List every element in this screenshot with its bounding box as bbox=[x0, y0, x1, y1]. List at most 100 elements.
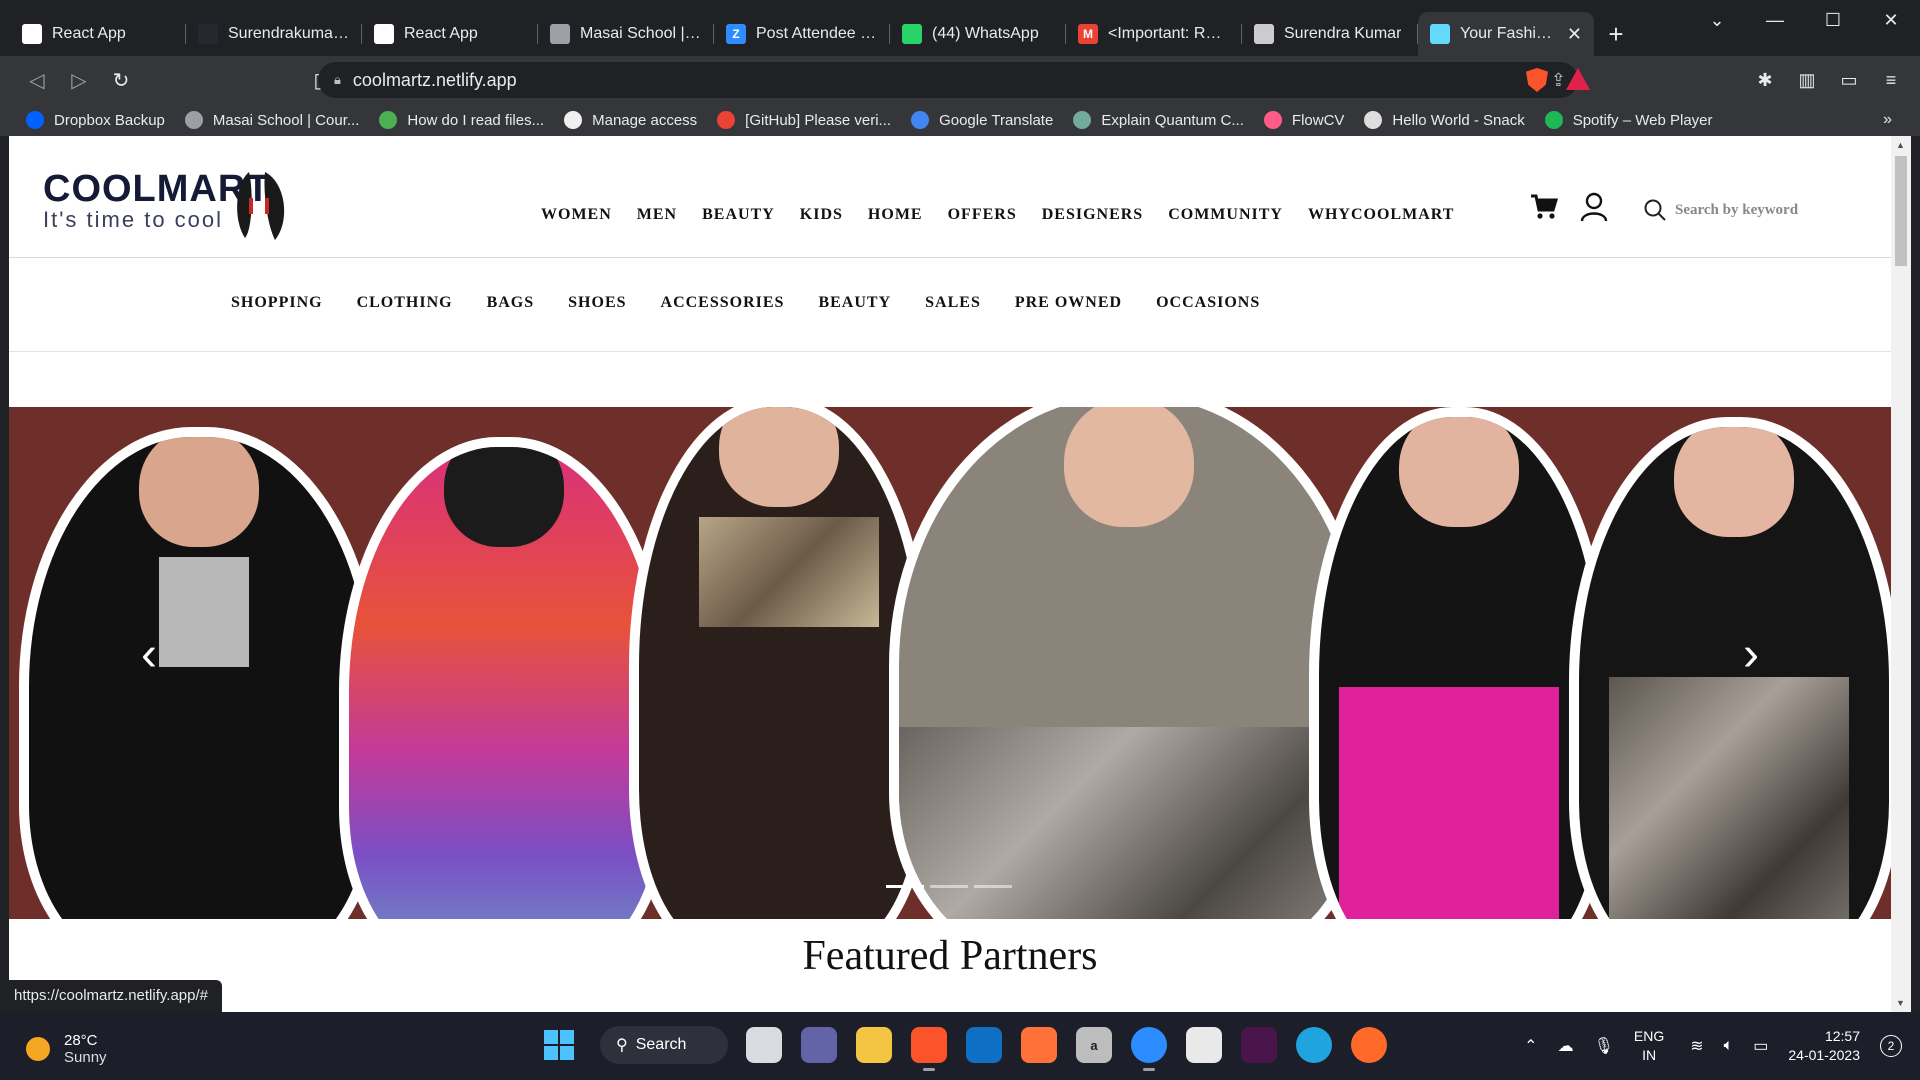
browser-tab[interactable]: Z Post Attendee - Zo bbox=[714, 12, 890, 56]
teams-chat-icon[interactable] bbox=[801, 1027, 837, 1063]
extensions-icon[interactable]: ✱ bbox=[1744, 70, 1786, 91]
main-nav-link[interactable]: MEN bbox=[637, 206, 677, 224]
brave-rewards-icon[interactable] bbox=[1566, 68, 1590, 90]
carousel-next-button[interactable]: › bbox=[1743, 627, 1759, 682]
main-nav-link[interactable]: BEAUTY bbox=[702, 206, 775, 224]
sub-nav-link[interactable]: SHOES bbox=[568, 294, 626, 312]
sub-nav-link[interactable]: CLOTHING bbox=[357, 294, 453, 312]
bookmark-favicon-icon bbox=[26, 111, 44, 129]
address-bar[interactable]: 🔒︎ coolmartz.netlify.app ⇪ bbox=[318, 62, 1578, 98]
browser-tab[interactable]: Surendrakumar878... bbox=[186, 12, 362, 56]
new-tab-button[interactable]: + bbox=[1594, 12, 1638, 56]
battery-icon[interactable]: ▭ bbox=[1753, 1036, 1768, 1056]
notification-badge[interactable]: 2 bbox=[1880, 1035, 1902, 1057]
scrollbar-thumb[interactable] bbox=[1895, 156, 1907, 266]
page-scrollbar[interactable]: ▲ ▼ bbox=[1891, 136, 1911, 1012]
browser-tab[interactable]: React App bbox=[362, 12, 538, 56]
sub-nav-link[interactable]: ACCESSORIES bbox=[661, 294, 785, 312]
user-account-icon[interactable] bbox=[1580, 192, 1608, 222]
microsoft-store-icon[interactable] bbox=[1186, 1027, 1222, 1063]
bookmark-item[interactable]: [GitHub] Please veri... bbox=[717, 111, 891, 129]
browser-tab[interactable]: (44) WhatsApp bbox=[890, 12, 1066, 56]
main-nav-link[interactable]: HOME bbox=[868, 206, 923, 224]
back-button[interactable]: ◁ bbox=[18, 61, 56, 99]
windows-start-icon[interactable] bbox=[544, 1030, 574, 1060]
browser-tab[interactable]: Surendra Kumar bbox=[1242, 12, 1418, 56]
search-input[interactable] bbox=[1675, 201, 1809, 219]
bookmark-label: Masai School | Cour... bbox=[212, 111, 360, 129]
hero-carousel[interactable]: ‹ › bbox=[9, 407, 1891, 919]
menu-icon[interactable]: ≡ bbox=[1870, 70, 1912, 91]
tab-search-icon[interactable]: ⌄ bbox=[1688, 0, 1746, 40]
edge-icon[interactable] bbox=[1296, 1027, 1332, 1063]
file-explorer-icon[interactable] bbox=[856, 1027, 892, 1063]
language-indicator[interactable]: ENG IN bbox=[1634, 1027, 1664, 1065]
close-window-button[interactable]: ✕ bbox=[1862, 0, 1920, 40]
wifi-icon[interactable]: ≋ bbox=[1690, 1036, 1703, 1056]
vscode-icon[interactable] bbox=[966, 1027, 1002, 1063]
cart-icon[interactable] bbox=[1529, 192, 1559, 222]
lock-icon: 🔒︎ bbox=[334, 72, 341, 87]
sub-nav-link[interactable]: BAGS bbox=[487, 294, 535, 312]
sidebar-icon[interactable]: ▥ bbox=[1786, 70, 1828, 91]
carousel-dot-1[interactable] bbox=[886, 885, 924, 888]
bookmark-item[interactable]: Hello World - Snack bbox=[1364, 111, 1525, 129]
clock[interactable]: 12:57 24-01-2023 bbox=[1788, 1027, 1860, 1065]
search-icon[interactable] bbox=[1643, 198, 1667, 222]
microphone-icon[interactable]: 🎙︎ bbox=[1594, 1036, 1614, 1056]
chevron-up-icon[interactable]: ⌃ bbox=[1524, 1036, 1537, 1056]
bookmark-item[interactable]: How do I read files... bbox=[379, 111, 544, 129]
sub-nav-link[interactable]: BEAUTY bbox=[818, 294, 891, 312]
bookmark-item[interactable]: Manage access bbox=[564, 111, 697, 129]
main-nav-link[interactable]: WOMEN bbox=[541, 206, 612, 224]
url-text: coolmartz.netlify.app bbox=[352, 69, 517, 90]
firefox-icon[interactable] bbox=[1021, 1027, 1057, 1063]
wallet-icon[interactable]: ▭ bbox=[1828, 70, 1870, 91]
reload-button[interactable]: ↻ bbox=[102, 61, 140, 99]
zoom-icon[interactable] bbox=[1131, 1027, 1167, 1071]
browser-tab[interactable]: React App bbox=[10, 12, 186, 56]
bookmark-item[interactable]: Google Translate bbox=[911, 111, 1053, 129]
sub-nav-link[interactable]: OCCASIONS bbox=[1156, 294, 1260, 312]
browser-tab[interactable]: Masai School | Cou bbox=[538, 12, 714, 56]
main-nav-link[interactable]: DESIGNERS bbox=[1042, 206, 1143, 224]
sub-nav-link[interactable]: PRE OWNED bbox=[1015, 294, 1122, 312]
weather-widget[interactable]: 28°C Sunny bbox=[26, 1032, 107, 1066]
maximize-button[interactable]: ☐ bbox=[1804, 0, 1862, 40]
browser-tab[interactable]: Your Fashion Sh✕ bbox=[1418, 12, 1594, 56]
bookmarks-more-icon[interactable]: » bbox=[1883, 111, 1892, 129]
task-view-icon[interactable] bbox=[746, 1027, 782, 1063]
volume-icon[interactable]: 🔈︎ bbox=[1724, 1037, 1734, 1055]
amazon-icon[interactable]: a bbox=[1076, 1027, 1112, 1063]
brave-browser-icon[interactable] bbox=[911, 1027, 947, 1071]
bookmark-item[interactable]: Spotify – Web Player bbox=[1544, 111, 1713, 129]
system-tray: ⌃ ☁ 🎙︎ ENG IN ≋ 🔈︎ ▭ 12:57 24-01-2023 2 bbox=[1524, 1012, 1920, 1080]
main-nav-link[interactable]: COMMUNITY bbox=[1168, 206, 1283, 224]
browser-tab[interactable]: M <Important: Read R bbox=[1066, 12, 1242, 56]
tab-favicon-icon bbox=[198, 24, 218, 44]
carousel-prev-button[interactable]: ‹ bbox=[141, 627, 157, 682]
main-nav-link[interactable]: KIDS bbox=[800, 206, 843, 224]
sub-nav-link[interactable]: SHOPPING bbox=[231, 294, 323, 312]
carousel-dot-3[interactable] bbox=[974, 885, 1012, 888]
slack-icon[interactable] bbox=[1241, 1027, 1277, 1063]
tab-title: Your Fashion Sh bbox=[1460, 25, 1559, 42]
carousel-dot-2[interactable] bbox=[930, 885, 968, 888]
bookmark-item[interactable]: Dropbox Backup bbox=[26, 111, 165, 129]
sub-nav-link[interactable]: SALES bbox=[925, 294, 981, 312]
share-icon[interactable]: ⇪ bbox=[1551, 70, 1566, 91]
postman-icon[interactable] bbox=[1351, 1027, 1387, 1063]
bookmark-item[interactable]: Masai School | Cour... bbox=[184, 111, 360, 129]
tab-favicon-icon bbox=[550, 24, 570, 44]
main-nav-link[interactable]: OFFERS bbox=[948, 206, 1017, 224]
forward-button[interactable]: ▷ bbox=[60, 61, 98, 99]
site-logo[interactable]: COOLMART It's time to cool bbox=[43, 168, 303, 248]
site-search bbox=[1643, 198, 1809, 222]
close-tab-icon[interactable]: ✕ bbox=[1559, 24, 1582, 45]
bookmark-item[interactable]: Explain Quantum C... bbox=[1073, 111, 1244, 129]
taskbar-search[interactable]: ⚲ Search bbox=[600, 1026, 728, 1064]
bookmark-item[interactable]: FlowCV bbox=[1263, 111, 1344, 129]
main-nav-link[interactable]: WHYCOOLMART bbox=[1308, 206, 1454, 224]
minimize-button[interactable]: — bbox=[1746, 0, 1804, 40]
onedrive-icon[interactable]: ☁ bbox=[1558, 1036, 1574, 1056]
